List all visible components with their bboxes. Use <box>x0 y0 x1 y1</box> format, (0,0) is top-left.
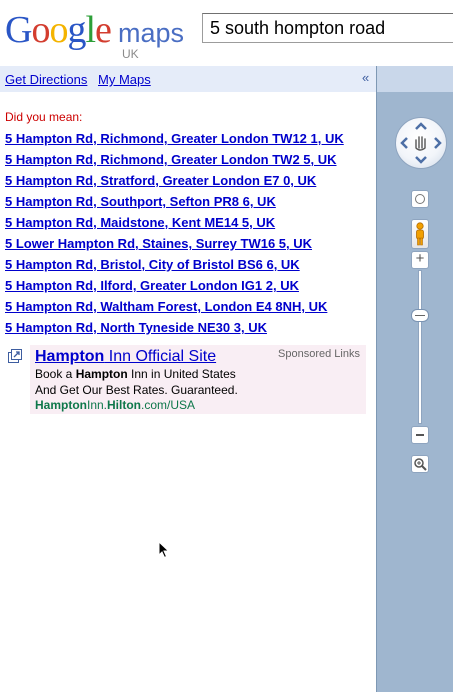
pan-control-icon[interactable] <box>395 117 447 169</box>
list-item: 5 Lower Hampton Rd, Staines, Surrey TW16… <box>5 236 344 257</box>
did-you-mean-label: Did you mean: <box>5 110 83 124</box>
suggestion-link[interactable]: 5 Hampton Rd, Bristol, City of Bristol B… <box>5 257 300 272</box>
list-item: 5 Hampton Rd, Stratford, Greater London … <box>5 173 344 194</box>
list-item: 5 Hampton Rd, Waltham Forest, London E4 … <box>5 299 344 320</box>
suggestion-link[interactable]: 5 Hampton Rd, Richmond, Greater London T… <box>5 131 344 146</box>
list-item: 5 Hampton Rd, Richmond, Greater London T… <box>5 131 344 152</box>
collapse-panel-button[interactable]: « <box>362 70 369 85</box>
suggestion-link[interactable]: 5 Hampton Rd, Southport, Sefton PR8 6, U… <box>5 194 276 209</box>
list-item: 5 Hampton Rd, Richmond, Greater London T… <box>5 152 344 173</box>
mouse-pointer-icon <box>158 541 170 559</box>
list-item: 5 Hampton Rd, Bristol, City of Bristol B… <box>5 257 344 278</box>
sponsored-links-label: Sponsored Links <box>278 348 360 360</box>
map-top-strip <box>377 66 453 92</box>
zoom-out-button[interactable] <box>411 426 429 444</box>
external-ad-icon[interactable] <box>8 349 22 363</box>
suggestion-list: 5 Hampton Rd, Richmond, Greater London T… <box>5 131 344 341</box>
suggestion-link[interactable]: 5 Hampton Rd, Stratford, Greater London … <box>5 173 316 188</box>
magnifier-icon[interactable] <box>411 455 429 473</box>
maps-wordmark: maps <box>118 18 185 48</box>
suggestion-link[interactable]: 5 Hampton Rd, Maidstone, Kent ME14 5, UK <box>5 215 275 230</box>
suggestion-link[interactable]: 5 Hampton Rd, Waltham Forest, London E4 … <box>5 299 327 314</box>
google-wordmark: Google <box>5 9 112 51</box>
ad-title-link[interactable]: Hampton Inn Official Site <box>35 348 216 366</box>
region-label: UK <box>122 47 139 61</box>
list-item: 5 Hampton Rd, Maidstone, Kent ME14 5, UK <box>5 215 344 236</box>
my-maps-link[interactable]: My Maps <box>98 72 151 87</box>
pegman-icon[interactable] <box>411 219 429 249</box>
zoom-in-button[interactable]: + <box>411 251 429 269</box>
ad-description-line: And Get Our Best Rates. Guaranteed. <box>35 383 238 397</box>
sponsored-ad: Hampton Inn Official Site Sponsored Link… <box>30 345 366 414</box>
suggestion-link[interactable]: 5 Hampton Rd, Richmond, Greater London T… <box>5 152 337 167</box>
suggestion-link[interactable]: 5 Hampton Rd, North Tyneside NE30 3, UK <box>5 320 267 335</box>
ad-url-link[interactable]: HamptonInn.Hilton.com/USA <box>35 398 195 412</box>
suggestion-link[interactable]: 5 Lower Hampton Rd, Staines, Surrey TW16… <box>5 236 312 251</box>
rotate-control-icon[interactable] <box>411 190 429 208</box>
ad-description-line: Book a Hampton Inn in United States <box>35 367 236 381</box>
link-bar: Get Directions My Maps « <box>0 66 376 92</box>
header: Google maps UK <box>0 0 453 66</box>
list-item: 5 Hampton Rd, Southport, Sefton PR8 6, U… <box>5 194 344 215</box>
suggestion-link[interactable]: 5 Hampton Rd, Ilford, Greater London IG1… <box>5 278 299 293</box>
search-input[interactable] <box>202 13 453 43</box>
zoom-slider-thumb[interactable] <box>411 309 429 323</box>
get-directions-link[interactable]: Get Directions <box>5 72 87 87</box>
zoom-slider-track[interactable] <box>418 270 422 424</box>
list-item: 5 Hampton Rd, North Tyneside NE30 3, UK <box>5 320 344 341</box>
list-item: 5 Hampton Rd, Ilford, Greater London IG1… <box>5 278 344 299</box>
